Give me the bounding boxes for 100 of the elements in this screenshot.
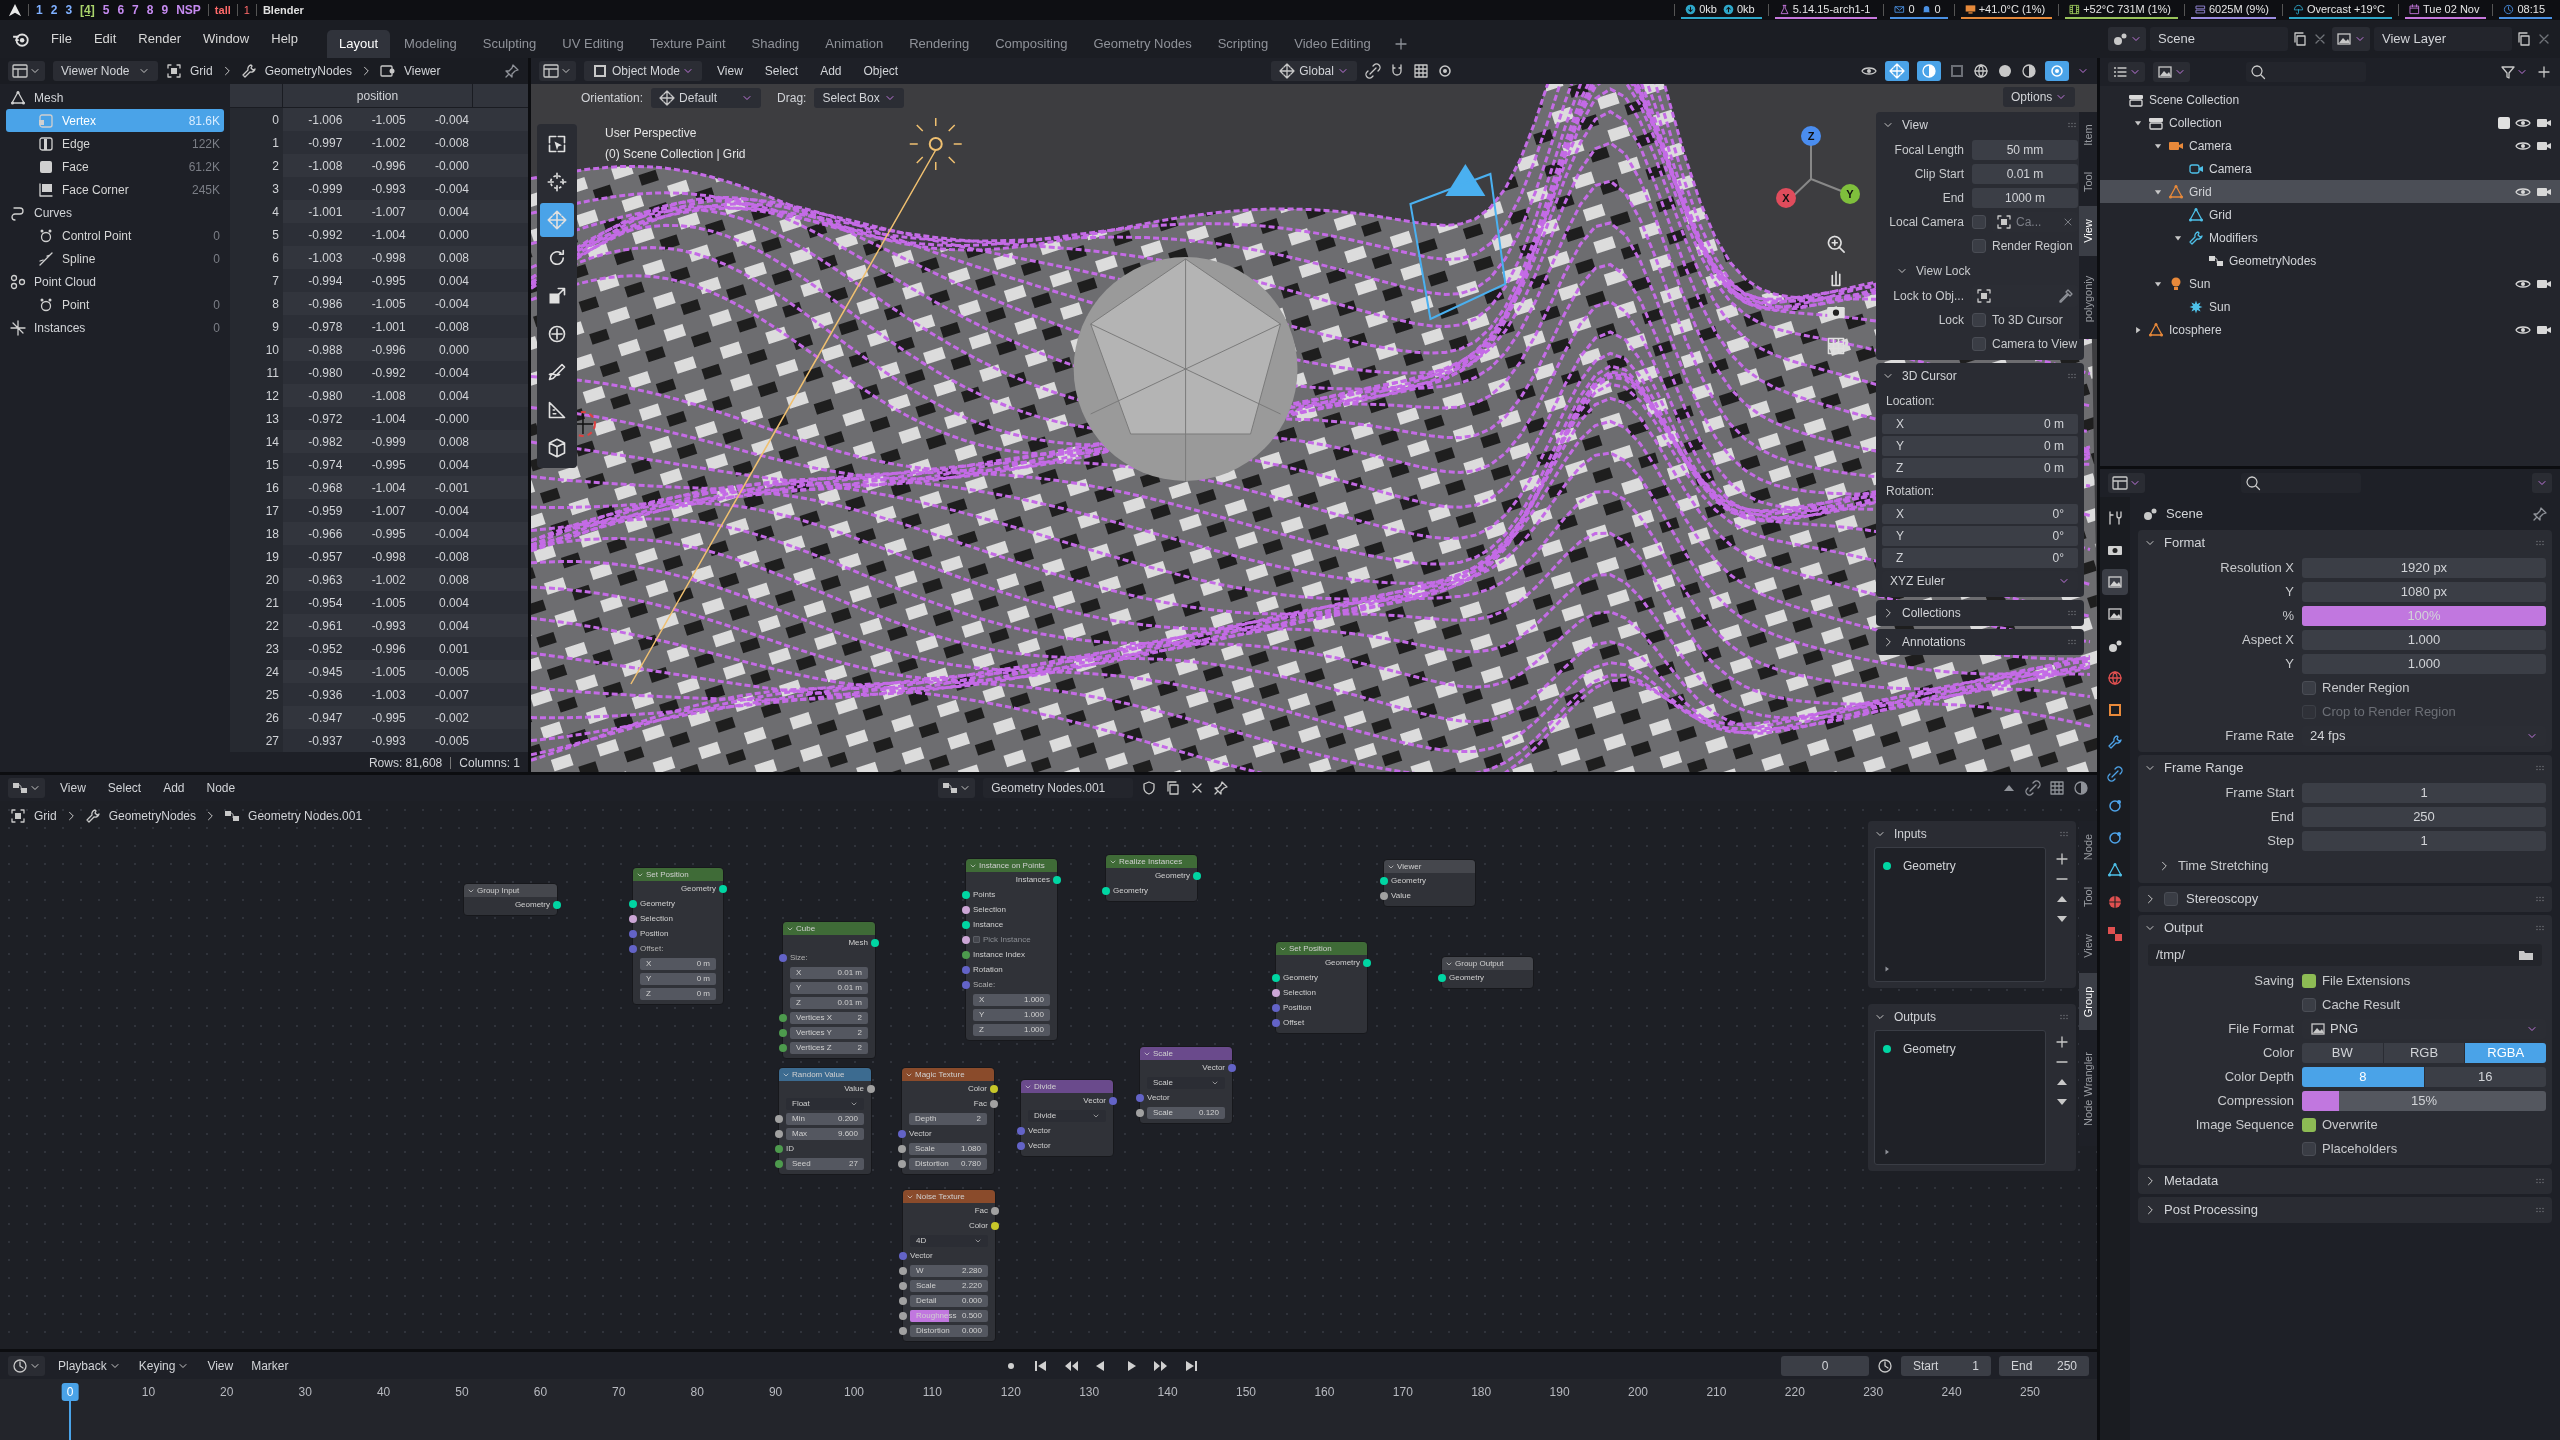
node-header[interactable]: Magic Texture bbox=[902, 1068, 994, 1081]
node-card[interactable]: Cube Mesh Size: X 0.01 m Y 0.01 m Z 0.01 m Vertices X 2 Vertices Y 2 Vertices Z 2 bbox=[782, 921, 876, 1059]
sidebar-tab[interactable]: Node Wrangler bbox=[2079, 1032, 2097, 1146]
frame-number[interactable]: 80 bbox=[685, 1383, 709, 1401]
workspace-tag[interactable]: 9 bbox=[160, 1, 170, 19]
node-card[interactable]: Realize Instances Geometry Geometry bbox=[1105, 854, 1198, 902]
vector-field[interactable]: X 0° bbox=[1882, 504, 2078, 524]
outliner-row[interactable]: Grid bbox=[2100, 203, 2560, 226]
outliner-row[interactable]: GeometryNodes bbox=[2100, 249, 2560, 272]
menu-item[interactable]: Object bbox=[856, 62, 906, 80]
number-field[interactable]: Scale 1.080 bbox=[909, 1142, 987, 1155]
list-item[interactable]: Geometry bbox=[1883, 1039, 2037, 1059]
workspace-tag[interactable]: NSP bbox=[175, 1, 202, 19]
data-domain-group[interactable]: Mesh bbox=[6, 86, 224, 109]
vector-field[interactable]: Z 0° bbox=[1882, 548, 2078, 568]
number-field[interactable]: 1 bbox=[2302, 831, 2546, 851]
node-header[interactable]: Cube bbox=[783, 922, 875, 935]
number-field[interactable]: Scale 0.120 bbox=[1147, 1106, 1225, 1119]
number-field[interactable]: 0.01 m bbox=[1972, 164, 2078, 184]
menu-item[interactable]: Marker bbox=[246, 1356, 294, 1375]
sidebar-tab[interactable]: polygoniy bbox=[2079, 258, 2097, 339]
checkbox-label[interactable]: Overwrite bbox=[2322, 1115, 2378, 1135]
list-item[interactable]: Geometry bbox=[1883, 856, 2037, 876]
breadcrumb-item[interactable]: Grid bbox=[34, 807, 57, 825]
panel-header[interactable]: Outputs bbox=[1874, 1004, 2070, 1030]
current-frame-field[interactable]: 0 bbox=[1781, 1355, 1869, 1376]
vector-field[interactable]: Z 0 m bbox=[1882, 458, 2078, 478]
data-domain-group[interactable]: Point Cloud bbox=[6, 270, 224, 293]
number-field[interactable]: Y 0.01 m bbox=[790, 981, 868, 994]
frame-number[interactable]: 90 bbox=[763, 1383, 788, 1401]
toggle-button[interactable]: 16 bbox=[2424, 1067, 2546, 1087]
number-field[interactable]: Scale 2.220 bbox=[910, 1279, 988, 1292]
data-domain-group[interactable]: Curves bbox=[6, 201, 224, 224]
outliner-row[interactable]: Collection bbox=[2100, 111, 2560, 134]
node-header[interactable]: Group Output bbox=[1442, 957, 1533, 970]
frame-number[interactable]: 30 bbox=[293, 1383, 317, 1401]
checkbox-label[interactable]: Camera to View bbox=[1992, 335, 2078, 353]
number-field[interactable]: X 0.01 m bbox=[790, 966, 868, 979]
node-header[interactable]: Group Input bbox=[464, 884, 557, 897]
panel-header[interactable]: Output bbox=[2144, 915, 2546, 941]
node-header[interactable]: Divide bbox=[1021, 1080, 1113, 1093]
number-field[interactable]: Z 1.000 bbox=[973, 1023, 1050, 1036]
breadcrumb-item[interactable]: Viewer bbox=[404, 62, 441, 80]
number-field[interactable]: Max 9.600 bbox=[786, 1127, 864, 1140]
node-header[interactable]: Random Value bbox=[779, 1068, 871, 1081]
number-field[interactable]: 1 bbox=[2302, 783, 2546, 803]
subpanel-header[interactable]: Time Stretching bbox=[2144, 854, 2269, 878]
frame-number[interactable]: 170 bbox=[1387, 1383, 1418, 1401]
sidebar-tab[interactable]: Tool bbox=[2079, 159, 2097, 204]
workspace-tab[interactable]: Shading bbox=[739, 30, 812, 58]
number-field[interactable]: 50 mm bbox=[1972, 140, 2078, 160]
scene-selector[interactable]: Scene bbox=[2150, 27, 2288, 51]
outliner-row[interactable]: Camera bbox=[2100, 157, 2560, 180]
data-domain-item[interactable]: Face 61.2K bbox=[6, 155, 224, 178]
outliner-row[interactable]: Sun bbox=[2100, 295, 2560, 318]
checkbox-label[interactable]: Pick Instance bbox=[983, 933, 1031, 946]
number-field[interactable]: 1920 px bbox=[2302, 558, 2546, 578]
number-field[interactable]: Z 0.01 m bbox=[790, 996, 868, 1009]
menu-item[interactable]: Render bbox=[129, 25, 190, 53]
frame-number[interactable]: 160 bbox=[1309, 1383, 1340, 1401]
frame-number[interactable]: 50 bbox=[450, 1383, 474, 1401]
workspace-tag[interactable]: 2 bbox=[49, 1, 59, 19]
node-card[interactable]: Group Output Geometry bbox=[1441, 956, 1534, 989]
menu-item[interactable]: Window bbox=[194, 25, 259, 53]
node-card[interactable]: Set Position Geometry Geometry Selection Position Offset bbox=[1275, 941, 1368, 1034]
frame-number[interactable]: 130 bbox=[1074, 1383, 1105, 1401]
data-domain-item[interactable]: Control Point 0 bbox=[6, 224, 224, 247]
node-card[interactable]: Viewer Geometry Value bbox=[1383, 859, 1476, 907]
menu-item[interactable]: View bbox=[710, 62, 750, 80]
checkbox-label[interactable]: Render Region bbox=[1992, 237, 2073, 255]
number-field[interactable]: Distortion 0.780 bbox=[909, 1157, 987, 1170]
breadcrumb-item[interactable]: Geometry Nodes.001 bbox=[248, 807, 363, 825]
workspace-tab[interactable]: Animation bbox=[813, 30, 896, 58]
panel-header[interactable]: Metadata bbox=[2144, 1168, 2546, 1194]
number-field[interactable]: Min 0.200 bbox=[786, 1112, 864, 1125]
number-field[interactable]: Distortion 0.000 bbox=[910, 1324, 988, 1337]
frame-number[interactable]: 200 bbox=[1623, 1383, 1653, 1401]
node-tree-name[interactable]: Geometry Nodes.001 bbox=[983, 778, 1134, 798]
panel-header[interactable]: Collections bbox=[1882, 600, 2078, 626]
panel-header[interactable]: View bbox=[1882, 112, 2078, 138]
workspace-tag[interactable]: 8 bbox=[145, 1, 155, 19]
outliner-row[interactable]: Scene Collection bbox=[2100, 88, 2560, 111]
frame-number[interactable]: 20 bbox=[215, 1383, 239, 1401]
menu-item[interactable]: File bbox=[42, 25, 81, 53]
gizmo-axis-button[interactable]: Y bbox=[1840, 184, 1860, 204]
number-field[interactable]: W 2.280 bbox=[910, 1264, 988, 1277]
display-dropdown[interactable]: Viewer Node bbox=[53, 61, 158, 81]
outliner-row[interactable]: Grid bbox=[2100, 180, 2560, 203]
node-header[interactable]: Noise Texture bbox=[903, 1190, 995, 1203]
vector-field[interactable]: Y 0 m bbox=[1882, 436, 2078, 456]
end-frame-field[interactable]: End 250 bbox=[1999, 1355, 2089, 1376]
node-card[interactable]: Magic Texture Color Fac Depth 2 Vector Scale 1.080 Distortion 0.780 bbox=[901, 1067, 995, 1175]
options-dropdown[interactable]: Options bbox=[2003, 87, 2075, 107]
breadcrumb-item[interactable]: GeometryNodes bbox=[108, 807, 197, 825]
number-field[interactable]: Y 0 m bbox=[640, 972, 716, 985]
menu-item[interactable]: Playback bbox=[53, 1356, 126, 1375]
node-card[interactable]: Instance on Points Instances Points Selection Instance Pick Instance Instance Index Rotation Scale: X 1.000 Y 1.000 Z 1.000 bbox=[965, 858, 1058, 1041]
data-domain-item[interactable]: Face Corner 245K bbox=[6, 178, 224, 201]
slider-field[interactable]: 15% bbox=[2302, 1091, 2546, 1111]
panel-header[interactable]: Frame Range bbox=[2144, 755, 2546, 781]
